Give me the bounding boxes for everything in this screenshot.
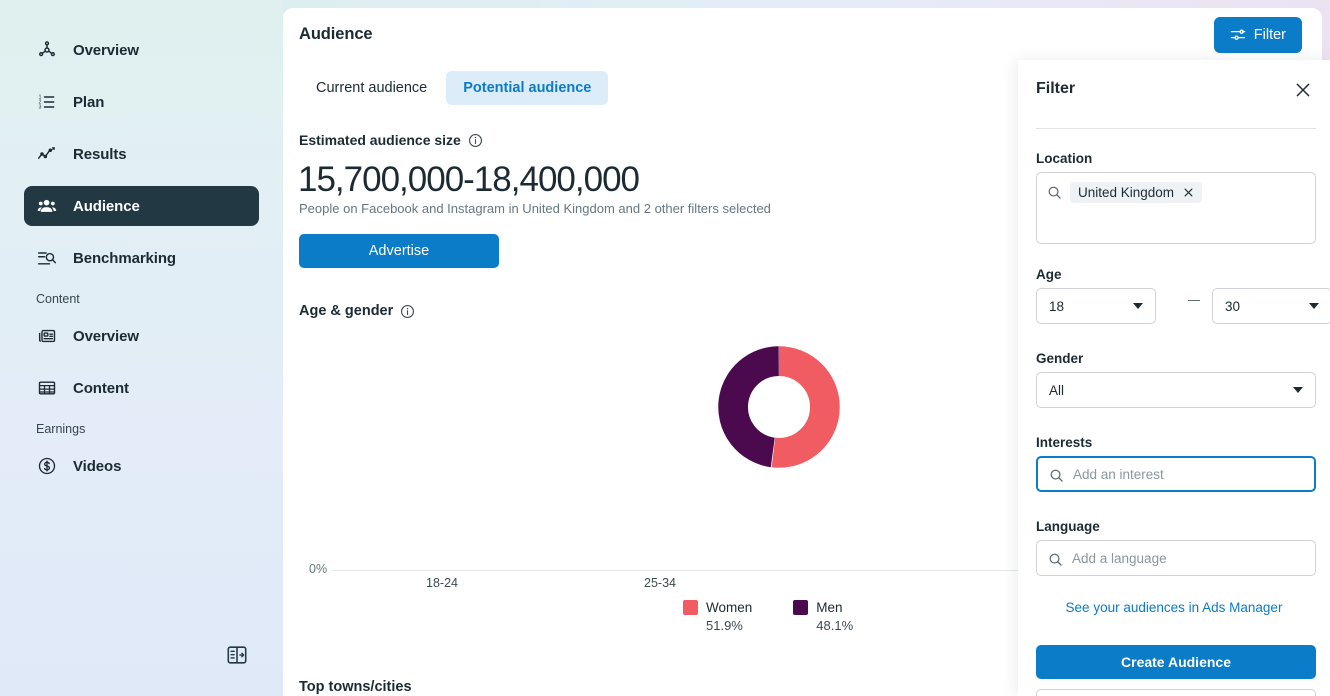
sliders-icon [1230, 27, 1246, 43]
search-lines-icon [36, 248, 57, 269]
age-from-select[interactable]: 18 [1036, 288, 1156, 324]
estimated-audience-size-label: Estimated audience size [299, 132, 483, 148]
network-hub-icon [36, 40, 57, 61]
location-chip-united-kingdom: United Kingdom [1070, 182, 1202, 203]
filter-button-label: Filter [1254, 27, 1286, 43]
chart-legend: Women 51.9% Men 48.1% [683, 600, 853, 633]
x-axis-tick-25-34: 25-34 [644, 576, 676, 590]
legend-label-women: Women [706, 600, 752, 615]
sidebar-item-plan[interactable]: 1 2 3 Plan [24, 82, 259, 122]
estimated-audience-size-value: 15,700,000-18,400,000 [298, 160, 639, 200]
legend-item-women: Women 51.9% [683, 600, 752, 633]
sidebar-item-label: Benchmarking [73, 250, 176, 267]
age-range-separator [1188, 300, 1200, 301]
legend-row: Women [683, 600, 752, 615]
filter-button[interactable]: Filter [1214, 17, 1302, 53]
sidebar-item-label: Results [73, 146, 127, 163]
sidebar-item-benchmarking[interactable]: Benchmarking [24, 238, 259, 278]
tab-potential-audience[interactable]: Potential audience [446, 71, 608, 105]
info-circle-icon[interactable] [400, 304, 415, 319]
page-title: Audience [299, 25, 372, 44]
sidebar-item-label: Audience [73, 198, 140, 215]
search-icon [1048, 552, 1063, 567]
sidebar-section-earnings: Earnings [0, 422, 283, 436]
sidebar-item-results[interactable]: Results [24, 134, 259, 174]
numbered-list-icon: 1 2 3 [36, 92, 57, 113]
interests-input[interactable] [1073, 467, 1303, 482]
reset-button[interactable]: Reset [1036, 689, 1316, 696]
age-to-select[interactable]: 30 [1212, 288, 1330, 324]
sidebar-section-content: Content [0, 292, 283, 306]
age-label: Age [1036, 267, 1062, 282]
sidebar-item-videos[interactable]: Videos [24, 446, 259, 486]
close-icon[interactable] [1294, 81, 1312, 99]
filter-panel-title: Filter [1036, 80, 1075, 98]
estimated-audience-size-text: Estimated audience size [299, 132, 461, 148]
interests-label: Interests [1036, 435, 1092, 450]
language-field[interactable] [1036, 540, 1316, 576]
age-gender-section-title: Age & gender [299, 303, 415, 319]
age-to-value: 30 [1225, 299, 1240, 314]
chevron-down-icon [1293, 387, 1303, 393]
sidebar: Overview 1 2 3 Plan [0, 0, 283, 696]
dollar-circle-icon [36, 456, 57, 477]
gender-label: Gender [1036, 351, 1083, 366]
legend-item-men: Men 48.1% [793, 600, 853, 633]
sidebar-item-overview[interactable]: Overview [24, 30, 259, 70]
search-icon [1047, 185, 1062, 200]
gender-donut-chart [717, 345, 841, 469]
language-label: Language [1036, 519, 1100, 534]
x-axis-tick-18-24: 18-24 [426, 576, 458, 590]
language-input[interactable] [1072, 551, 1304, 566]
donut-svg [717, 345, 841, 469]
age-from-value: 18 [1049, 299, 1064, 314]
interests-field[interactable] [1036, 456, 1316, 492]
sidebar-item-content[interactable]: Content [24, 368, 259, 408]
news-cards-icon [36, 326, 57, 347]
legend-value-women: 51.9% [706, 618, 752, 633]
sidebar-item-label: Overview [73, 42, 139, 59]
line-chart-icon [36, 144, 57, 165]
sidebar-item-content-overview[interactable]: Overview [24, 316, 259, 356]
search-icon [1049, 468, 1064, 483]
location-chip-label: United Kingdom [1078, 185, 1174, 200]
top-towns-cities-title: Top towns/cities [299, 679, 412, 695]
info-circle-icon[interactable] [468, 133, 483, 148]
sidebar-item-label: Overview [73, 328, 139, 345]
create-audience-button[interactable]: Create Audience [1036, 645, 1316, 679]
svg-text:3: 3 [38, 105, 41, 111]
y-axis-tick-0: 0% [309, 562, 327, 576]
legend-swatch-men [793, 600, 808, 615]
gender-select[interactable]: All [1036, 372, 1316, 408]
legend-label-men: Men [816, 600, 842, 615]
advertise-button[interactable]: Advertise [299, 234, 499, 268]
legend-row: Men [793, 600, 853, 615]
people-group-icon [36, 196, 57, 217]
legend-value-men: 48.1% [816, 618, 853, 633]
ads-manager-link[interactable]: See your audiences in Ads Manager [1018, 600, 1330, 615]
sidebar-nav: Overview 1 2 3 Plan [0, 0, 283, 486]
location-label: Location [1036, 151, 1092, 166]
sidebar-item-label: Content [73, 380, 129, 397]
gender-value: All [1049, 383, 1064, 398]
close-icon[interactable] [1183, 187, 1194, 198]
sidebar-item-audience[interactable]: Audience [24, 186, 259, 226]
age-gender-title-text: Age & gender [299, 303, 393, 319]
sidebar-item-label: Plan [73, 94, 104, 111]
audience-tabs: Current audience Potential audience [299, 71, 608, 105]
filter-panel-divider [1036, 128, 1316, 129]
location-input[interactable]: United Kingdom [1036, 172, 1316, 244]
estimated-audience-size-subtitle: People on Facebook and Instagram in Unit… [299, 201, 771, 216]
sidebar-item-label: Videos [73, 458, 121, 475]
filter-panel: Filter Location United Kingdom Age 18 30 [1018, 60, 1330, 696]
sidebar-collapse-icon[interactable] [226, 644, 248, 666]
legend-swatch-women [683, 600, 698, 615]
table-grid-icon [36, 378, 57, 399]
chevron-down-icon [1133, 303, 1143, 309]
tab-current-audience[interactable]: Current audience [299, 71, 444, 105]
chevron-down-icon [1309, 303, 1319, 309]
